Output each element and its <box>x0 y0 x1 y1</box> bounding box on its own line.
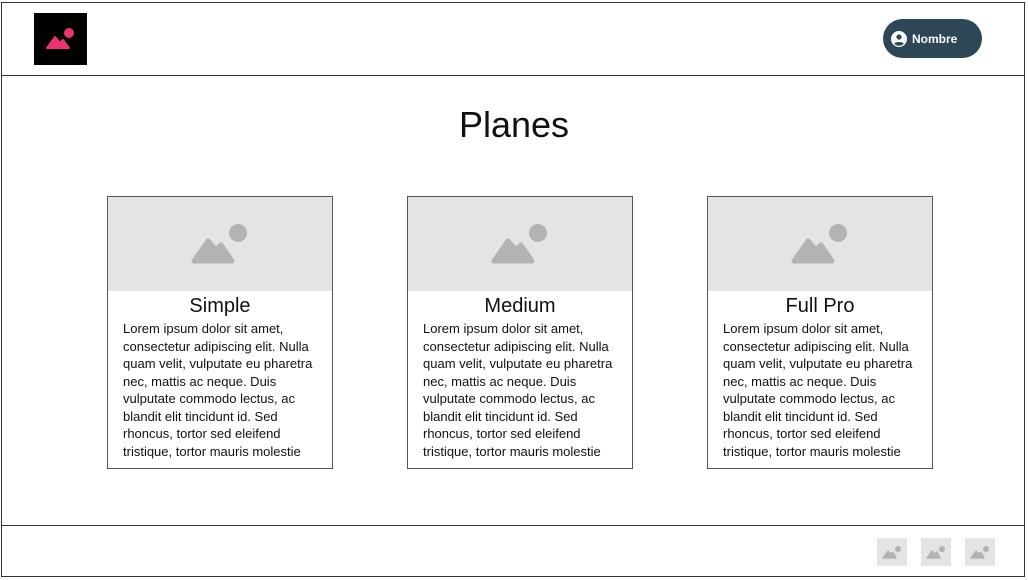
plan-name: Full Pro <box>785 295 855 317</box>
image-placeholder-icon <box>191 224 247 264</box>
plan-name: Medium <box>484 295 556 317</box>
user-name-label: Nombre <box>912 31 958 46</box>
image-placeholder-icon <box>491 224 547 264</box>
footer-link-1[interactable] <box>877 538 907 566</box>
plan-description: Lorem ipsum dolor sit amet, consectetur … <box>423 321 613 459</box>
plan-image <box>108 197 332 291</box>
footer-divider <box>1 525 1025 526</box>
plan-description: Lorem ipsum dolor sit amet, consectetur … <box>123 321 313 459</box>
page-title: Planes <box>458 104 570 145</box>
image-icon <box>970 546 989 559</box>
plan-description: Lorem ipsum dolor sit amet, consectetur … <box>723 321 913 459</box>
image-icon <box>926 546 945 559</box>
image-icon <box>882 546 901 559</box>
plan-card-medium[interactable]: Medium Lorem ipsum dolor sit amet, conse… <box>407 196 633 469</box>
footer-link-2[interactable] <box>921 538 951 566</box>
footer-link-3[interactable] <box>965 538 995 566</box>
plan-card-full-pro[interactable]: Full Pro Lorem ipsum dolor sit amet, con… <box>707 196 933 469</box>
plan-image <box>408 197 632 291</box>
account-circle-icon <box>891 30 907 47</box>
image-icon <box>45 28 74 49</box>
image-placeholder-icon <box>791 224 847 264</box>
plan-name: Simple <box>189 295 251 317</box>
plan-card-simple[interactable]: Simple Lorem ipsum dolor sit amet, conse… <box>107 196 333 469</box>
header: Nombre <box>1 2 1025 76</box>
plan-image <box>708 197 932 291</box>
logo[interactable] <box>34 13 87 65</box>
user-menu-button[interactable]: Nombre <box>883 19 982 58</box>
